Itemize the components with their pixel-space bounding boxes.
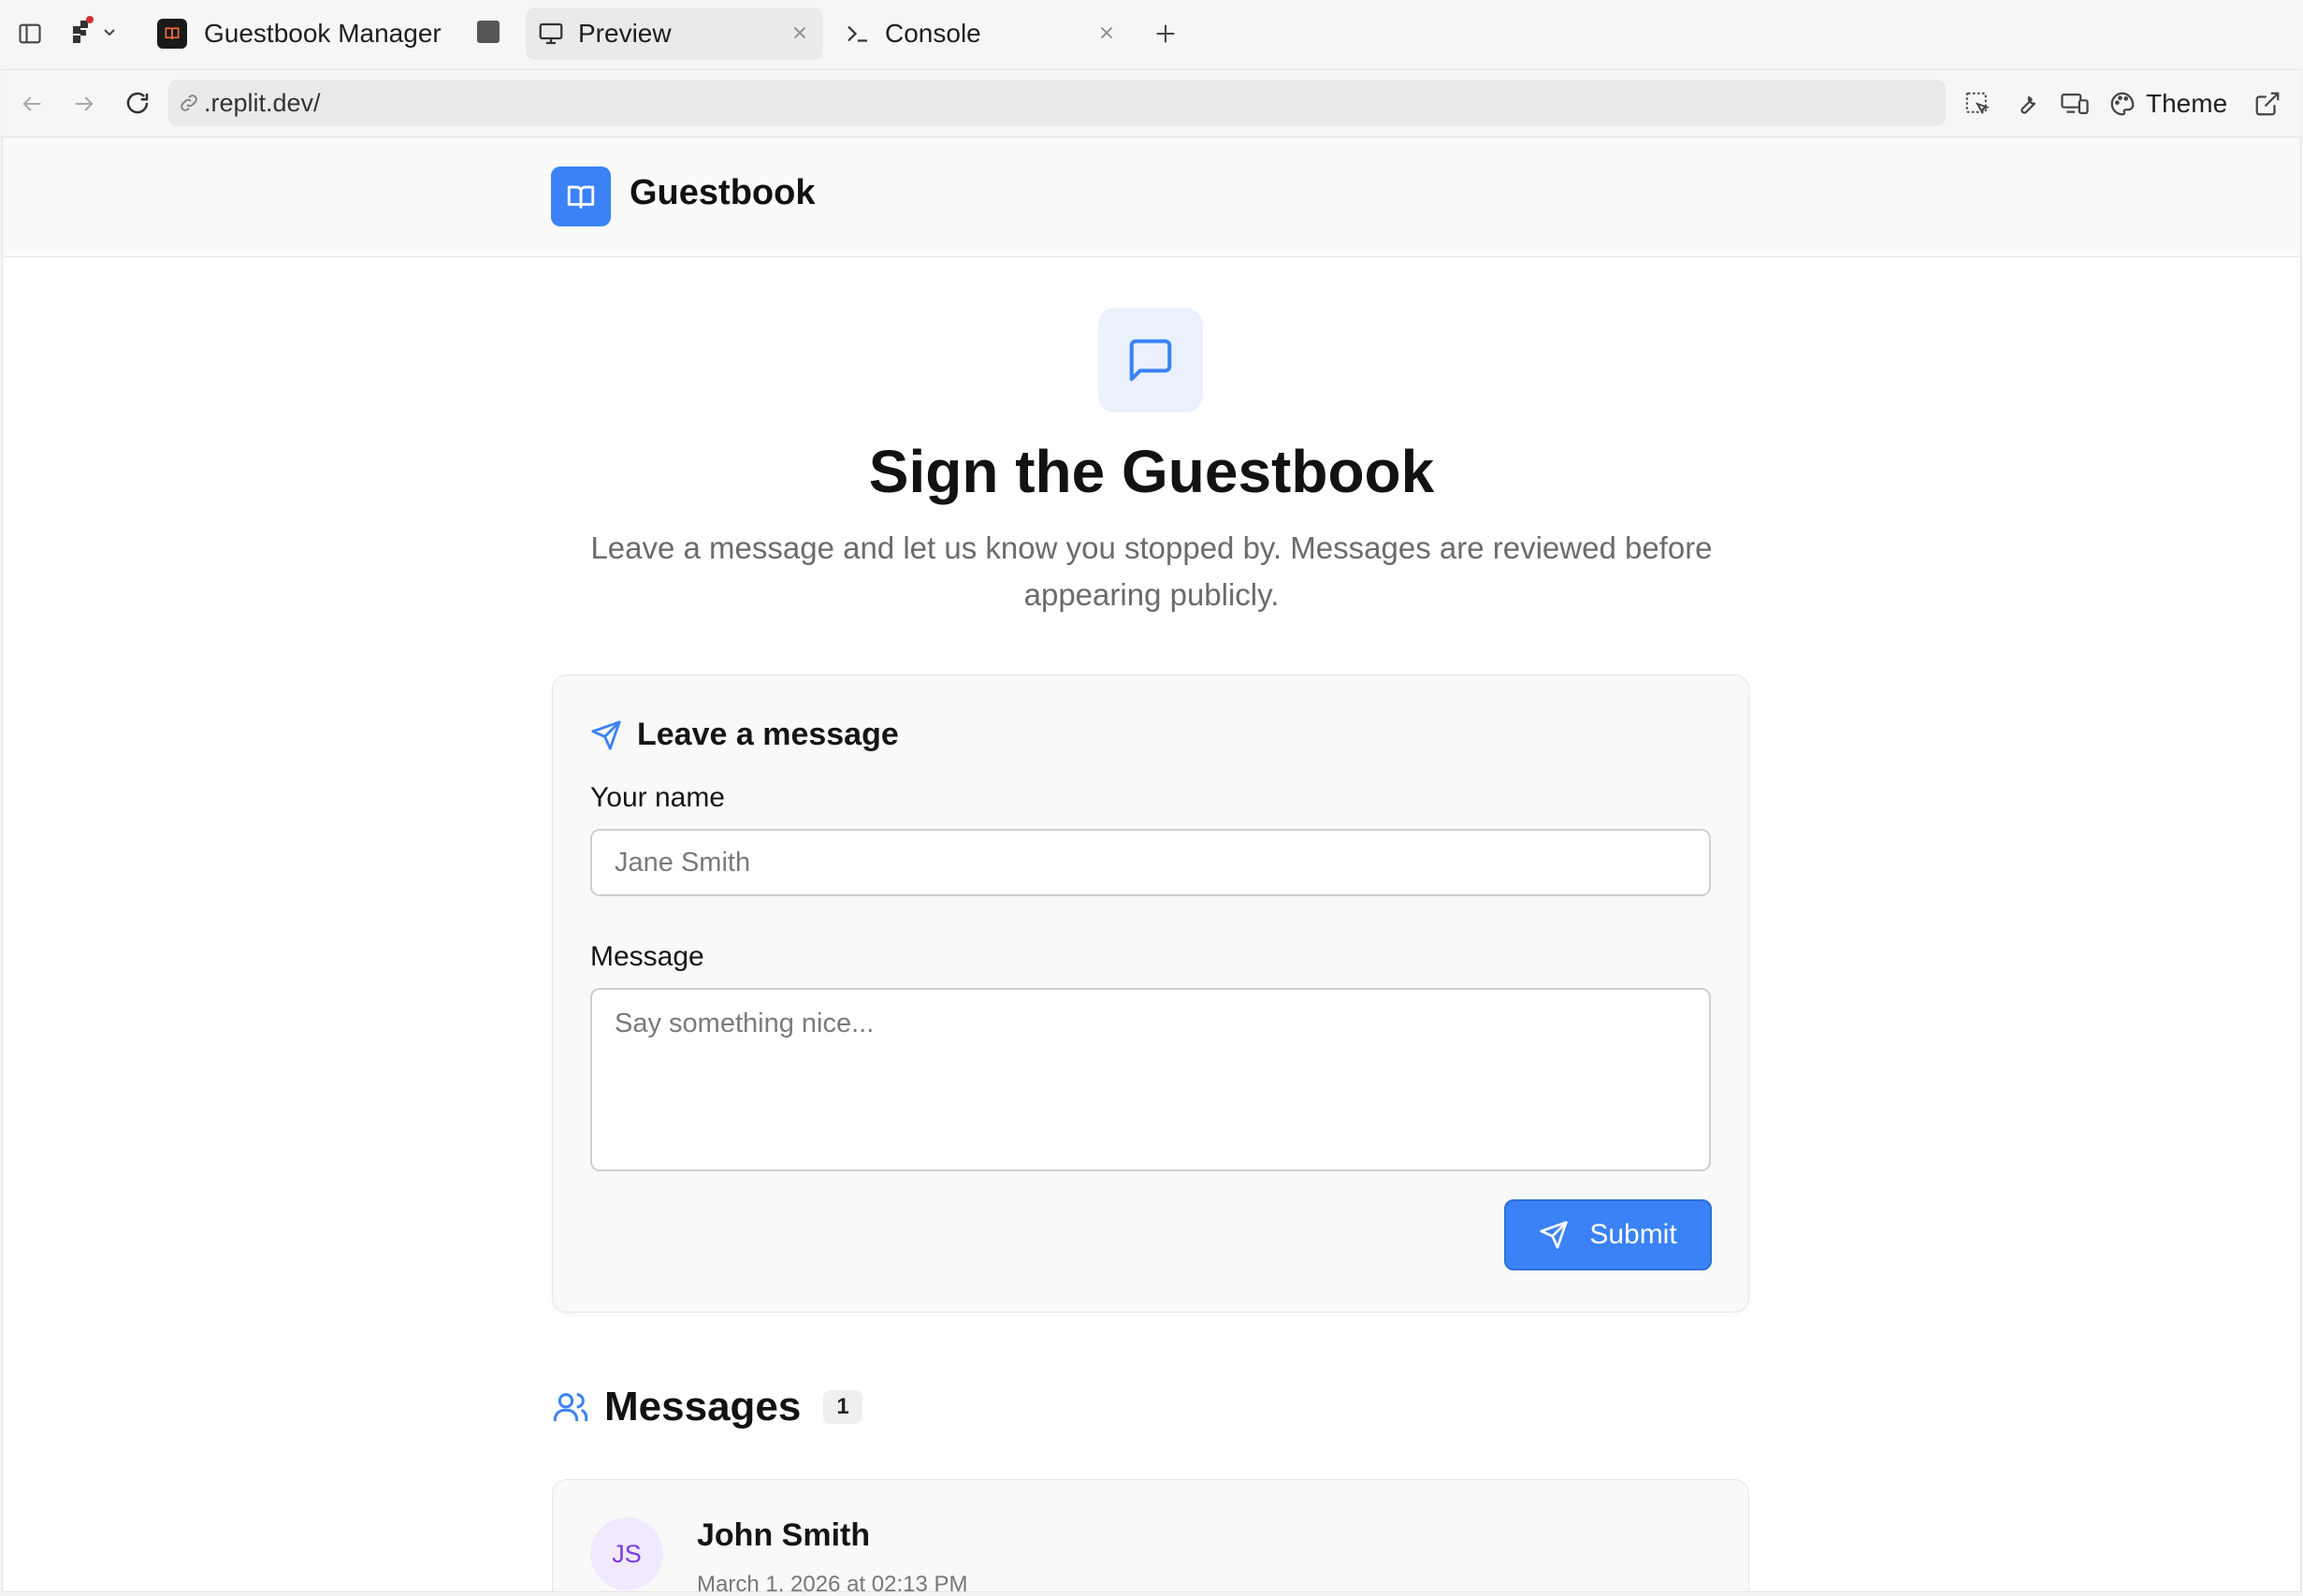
name-label: Your name xyxy=(590,782,725,813)
page-subtitle: Leave a message and let us know you stop… xyxy=(590,530,1713,612)
new-tab-icon[interactable] xyxy=(1149,17,1182,51)
message-textarea[interactable] xyxy=(590,988,1711,1171)
monitor-icon xyxy=(537,20,565,48)
submit-button[interactable]: Submit xyxy=(1504,1199,1712,1270)
message-card: JS John Smith March 1, 2026 at 02:13 PM xyxy=(552,1479,1749,1592)
book-open-icon xyxy=(551,167,611,226)
tab-guestbook-manager[interactable]: Guestbook Manager xyxy=(157,7,456,60)
back-icon[interactable] xyxy=(15,87,49,121)
app-favicon-icon xyxy=(157,19,187,49)
name-input[interactable] xyxy=(590,829,1711,896)
inspect-icon[interactable] xyxy=(1959,85,1996,123)
devices-icon[interactable] xyxy=(2056,85,2093,123)
palette-icon xyxy=(2108,90,2136,118)
close-tab-icon[interactable] xyxy=(1096,22,1117,43)
url-text: .replit.dev/ xyxy=(204,88,321,117)
page-title: Sign the Guestbook xyxy=(868,438,1435,505)
terminal-icon xyxy=(844,20,872,48)
tab-label: Guestbook Manager xyxy=(204,19,442,48)
message-author: John Smith xyxy=(697,1517,871,1553)
app-title: Guestbook xyxy=(630,173,816,212)
address-bar: .replit.dev/ Theme xyxy=(2,69,2301,137)
tab-label: Preview xyxy=(578,19,672,48)
tab-console[interactable]: Console xyxy=(834,7,1130,60)
app-header: Guestbook xyxy=(3,138,2300,257)
message-square-icon xyxy=(1098,308,1203,413)
reload-icon[interactable] xyxy=(120,85,155,121)
stop-icon[interactable] xyxy=(475,19,501,45)
message-label: Message xyxy=(590,941,704,972)
preview-viewport: Guestbook Sign the Guestbook Leave a mes… xyxy=(2,137,2301,1592)
submit-label: Submit xyxy=(1589,1219,1677,1250)
message-date: March 1, 2026 at 02:13 PM xyxy=(697,1572,968,1592)
tab-label: Console xyxy=(885,19,981,48)
theme-label: Theme xyxy=(2146,89,2228,118)
messages-title: Messages xyxy=(604,1384,802,1429)
users-icon xyxy=(552,1388,589,1426)
send-icon xyxy=(590,719,622,751)
theme-button[interactable]: Theme xyxy=(2108,83,2227,124)
sidebar-toggle-icon[interactable] xyxy=(13,17,47,51)
tab-preview[interactable]: Preview xyxy=(526,7,823,60)
messages-header: Messages 1 xyxy=(552,1384,862,1430)
send-icon xyxy=(1539,1220,1569,1250)
link-icon xyxy=(178,92,200,114)
workspace-menu-icon[interactable] xyxy=(67,13,123,51)
form-title: Leave a message xyxy=(590,717,899,753)
form-title-text: Leave a message xyxy=(637,717,899,752)
message-form-card: Leave a message Your name Message Submit xyxy=(552,675,1749,1313)
url-field[interactable]: .replit.dev/ xyxy=(168,80,1946,126)
open-external-icon[interactable] xyxy=(2249,85,2286,123)
close-tab-icon[interactable] xyxy=(789,22,810,43)
wrench-icon[interactable] xyxy=(2007,85,2045,123)
tab-bar: Guestbook Manager Preview Console xyxy=(0,0,2303,67)
forward-icon[interactable] xyxy=(67,87,101,121)
messages-count-badge: 1 xyxy=(823,1390,862,1424)
avatar: JS xyxy=(590,1517,663,1590)
